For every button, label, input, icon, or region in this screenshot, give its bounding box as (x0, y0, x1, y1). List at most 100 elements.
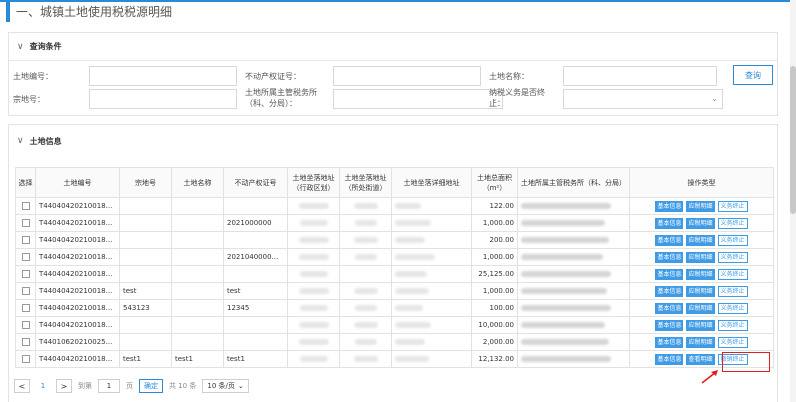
tax-office-cell (517, 214, 630, 232)
table-row[interactable]: T44040420210018... 2021040000... 1,000.00 基… (15, 248, 774, 266)
pagination: < 1 > 到第 1 页 确定 共 10 条 10 条/页 ⌄ (14, 378, 249, 394)
row-select-cell (15, 197, 36, 215)
redacted-text (298, 203, 329, 209)
tax-detail-button[interactable]: 应税明细 (686, 234, 715, 246)
tax-detail-button[interactable]: 应税明细 (686, 319, 715, 331)
table-row[interactable]: T44040420210018... test test 1,000.00 基本信息 应税… (15, 282, 774, 300)
tax-detail-button[interactable]: 应税明细 (686, 285, 715, 297)
cert-no-cell (223, 333, 288, 351)
tax-detail-button[interactable]: 应税明细 (686, 268, 715, 280)
row-checkbox[interactable] (21, 287, 30, 295)
chevron-down-icon[interactable]: ∨ (17, 42, 24, 52)
table-row[interactable]: T44040420210018... test1 test1 test1 12,132.… (15, 350, 774, 368)
tax-detail-button[interactable]: 查看明细 (686, 353, 715, 365)
tax-office-cell (517, 248, 630, 266)
address-cell (391, 265, 472, 283)
basic-info-button[interactable]: 基本信息 (655, 234, 684, 246)
row-select-cell (15, 282, 36, 300)
goto-confirm-button[interactable]: 确定 (139, 379, 163, 393)
tax-detail-button[interactable]: 应税明细 (686, 251, 715, 263)
terminate-obligation-button[interactable]: 义务终止 (717, 319, 748, 331)
row-checkbox[interactable] (21, 321, 30, 329)
table-row[interactable]: T44040420210018... 10,000.00 基本信息 应税明细 义务终止 (15, 316, 774, 334)
land-panel-header[interactable]: ∨ 土地信息 (9, 125, 777, 157)
page-number-current[interactable]: 1 (36, 379, 50, 393)
row-checkbox[interactable] (21, 236, 30, 244)
table-row[interactable]: T44040420210018... 543123 12345 100.00 基本信息应… (15, 299, 774, 317)
terminate-obligation-button[interactable]: 义务终止 (717, 217, 748, 229)
row-actions: 基本信息 应税明细 义务终止 (633, 251, 770, 263)
table-row[interactable]: T44010620210025... 2,000.00 基本信息 应税明细 义务终止 (15, 333, 774, 351)
parcel-no-label: 宗地号： (13, 95, 45, 104)
table-row[interactable]: T44040420210018... 122.00 基本信息 应税明细 义务终止 (15, 197, 774, 215)
taxpayer-terminated-select[interactable]: ⌄ (563, 89, 723, 109)
highlight-box (722, 352, 770, 372)
basic-info-button[interactable]: 基本信息 (655, 353, 684, 365)
chevron-down-icon[interactable]: ∨ (17, 136, 24, 146)
column-header: 土地坐落地址（所处街道） (339, 167, 392, 198)
row-select-cell (15, 214, 36, 232)
table-row[interactable]: T44040420210018... 2021000000 1,000.00 基本信息… (15, 214, 774, 232)
basic-info-button[interactable]: 基本信息 (655, 319, 684, 331)
land-name-input[interactable] (563, 66, 717, 86)
terminate-obligation-button[interactable]: 义务终止 (717, 251, 748, 263)
row-select-cell (15, 333, 36, 351)
terminate-obligation-button[interactable]: 义务终止 (717, 234, 748, 246)
column-header: 土地坐落详细地址 (391, 167, 472, 198)
terminate-obligation-button[interactable]: 义务终止 (717, 200, 748, 212)
page-size-value: 10 条/页 (207, 382, 235, 390)
row-checkbox[interactable] (21, 219, 30, 227)
page-size-select[interactable]: 10 条/页 ⌄ (202, 379, 249, 393)
table-row[interactable]: T44040420210018... 200.00 基本信息 应税明细 义务终止 (15, 231, 774, 249)
district-cell (287, 231, 340, 249)
tax-office-select[interactable]: ⌄ (333, 89, 503, 109)
cert-no-input[interactable] (333, 66, 481, 86)
next-page-button[interactable]: > (56, 379, 72, 393)
basic-info-button[interactable]: 基本信息 (655, 251, 684, 263)
parcel-no-input[interactable] (89, 89, 237, 109)
query-button[interactable]: 查询 (733, 65, 773, 85)
row-checkbox[interactable] (21, 270, 30, 278)
basic-info-button[interactable]: 基本信息 (655, 268, 684, 280)
area-cell: 10,000.00 (471, 316, 518, 334)
redacted-text (521, 203, 611, 209)
basic-info-button[interactable]: 基本信息 (655, 285, 684, 297)
row-select-cell (15, 299, 36, 317)
terminate-obligation-button[interactable]: 义务终止 (717, 268, 748, 280)
street-cell (339, 316, 392, 334)
tax-detail-button[interactable]: 应税明细 (686, 336, 715, 348)
goto-page-input[interactable]: 1 (98, 379, 120, 393)
row-checkbox[interactable] (21, 355, 30, 363)
query-panel-header[interactable]: ∨ 查询条件 (9, 33, 777, 61)
terminate-obligation-button[interactable]: 义务终止 (717, 336, 748, 348)
tax-detail-button[interactable]: 应税明细 (686, 200, 715, 212)
tax-detail-button[interactable]: 应税明细 (686, 302, 715, 314)
row-checkbox[interactable] (21, 253, 30, 261)
vertical-scrollbar[interactable] (790, 0, 796, 402)
row-select-cell (15, 231, 36, 249)
basic-info-button[interactable]: 基本信息 (655, 217, 684, 229)
basic-info-button[interactable]: 基本信息 (655, 302, 684, 314)
operations-cell: 基本信息 应税明细 义务终止 (629, 316, 774, 334)
row-checkbox[interactable] (21, 338, 30, 346)
parcel-no-cell (119, 333, 172, 351)
basic-info-button[interactable]: 基本信息 (655, 336, 684, 348)
scrollbar-thumb[interactable] (790, 66, 796, 214)
land-no-cell: T44040420210018... (35, 265, 120, 283)
basic-info-button[interactable]: 基本信息 (655, 200, 684, 212)
terminate-obligation-button[interactable]: 义务终止 (717, 302, 748, 314)
redacted-text (395, 305, 423, 311)
redacted-text (521, 305, 611, 311)
terminate-obligation-button[interactable]: 义务终止 (717, 285, 748, 297)
tax-detail-button[interactable]: 应税明细 (686, 217, 715, 229)
row-checkbox[interactable] (21, 304, 30, 312)
row-checkbox[interactable] (21, 202, 30, 210)
land-no-input[interactable] (89, 66, 237, 86)
title-accent-mark (6, 2, 10, 22)
land-name-cell: test1 (171, 350, 224, 368)
table-row[interactable]: T44040420210018... 25,125.00 基本信息 应税明细 义务终止 (15, 265, 774, 283)
prev-page-button[interactable]: < (14, 379, 30, 393)
land-no-cell: T44040420210018... (35, 231, 120, 249)
column-header: 不动产权证号 (223, 167, 288, 198)
row-actions: 基本信息 应税明细 义务终止 (633, 336, 770, 348)
